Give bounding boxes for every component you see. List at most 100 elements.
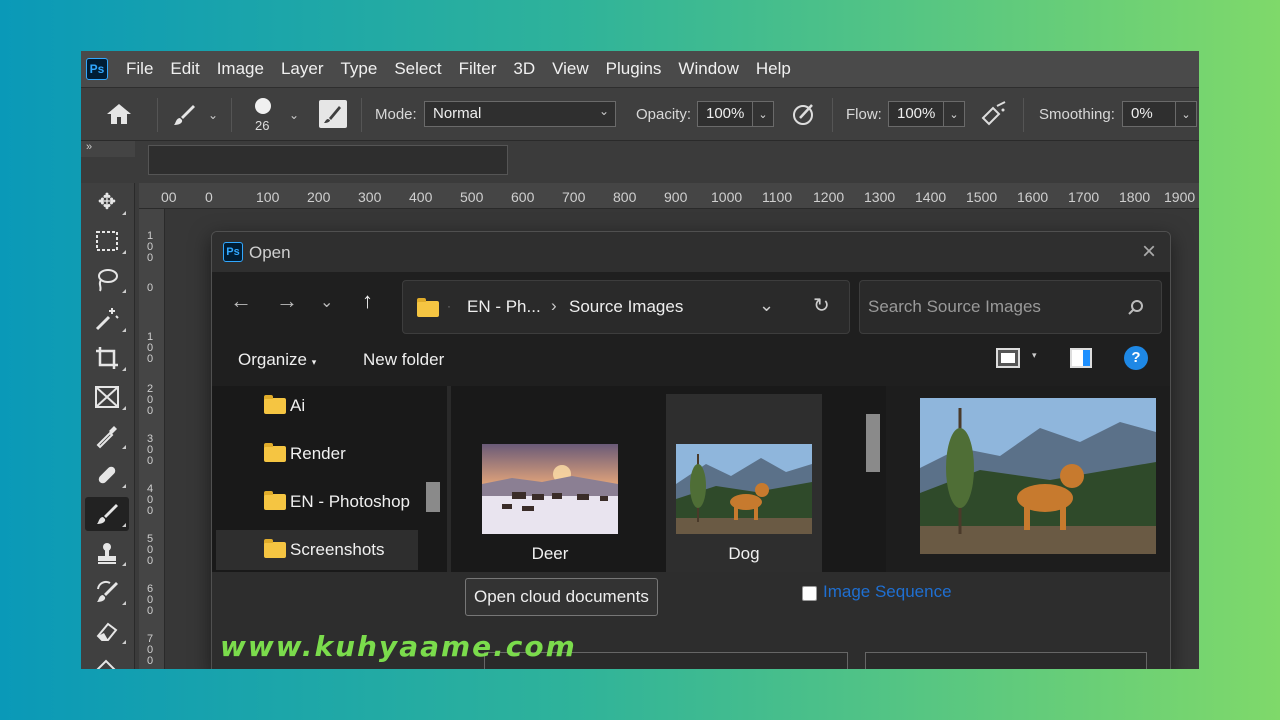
help-icon[interactable]: ? xyxy=(1124,346,1148,370)
expand-panels-button[interactable]: » xyxy=(81,141,135,157)
smoothing-value: 0% xyxy=(1131,105,1153,122)
opacity-dropdown[interactable]: ⌄ xyxy=(752,101,774,127)
tree-item-label: EN - Photoshop xyxy=(290,492,411,511)
flow-value: 100% xyxy=(897,105,936,122)
new-folder-button[interactable]: New folder xyxy=(363,350,444,370)
ruler-tick: 0 xyxy=(146,282,154,294)
file-type-field[interactable] xyxy=(865,652,1147,669)
history-brush-tool-icon[interactable] xyxy=(85,575,129,609)
paint-bucket-tool-icon[interactable] xyxy=(85,653,129,669)
ruler-tick: 7 0 0 xyxy=(146,633,154,667)
lasso-tool-icon[interactable] xyxy=(85,263,129,297)
menu-edit[interactable]: Edit xyxy=(170,59,199,79)
airbrush-icon[interactable] xyxy=(979,100,1009,133)
tree-item-label: Screenshots xyxy=(290,540,385,559)
flow-label: Flow: xyxy=(846,106,882,123)
breadcrumb-parent[interactable]: EN - Ph... xyxy=(467,297,541,317)
eraser-tool-icon[interactable] xyxy=(85,614,129,648)
file-item-deer[interactable]: Deer xyxy=(472,394,628,572)
dialog-title: Open xyxy=(249,243,291,262)
chevron-down-icon[interactable]: ⌄ xyxy=(759,295,774,316)
healing-brush-tool-icon[interactable] xyxy=(85,458,129,492)
crop-tool-icon[interactable] xyxy=(85,341,129,375)
pane-divider[interactable] xyxy=(447,386,451,572)
brush-settings-icon[interactable] xyxy=(319,100,347,128)
clone-stamp-tool-icon[interactable] xyxy=(85,536,129,570)
frame-tool-icon[interactable] xyxy=(85,380,129,414)
image-sequence-checkbox[interactable] xyxy=(802,586,817,601)
caret-down-icon[interactable]: ▾ xyxy=(1032,350,1037,361)
back-arrow-icon[interactable]: ← xyxy=(230,288,252,314)
move-tool-icon[interactable]: ✥ xyxy=(85,185,129,219)
smoothing-dropdown[interactable]: ⌄ xyxy=(1175,101,1197,127)
image-sequence-label[interactable]: Image Sequence xyxy=(823,582,952,602)
separator xyxy=(231,98,232,132)
menu-layer[interactable]: Layer xyxy=(281,59,324,79)
menu-plugins[interactable]: Plugins xyxy=(606,59,662,79)
magic-wand-tool-icon[interactable] xyxy=(85,302,129,336)
ruler-tick: 600 xyxy=(511,189,535,205)
tree-item-en-photoshop[interactable]: EN - Photoshop xyxy=(264,482,434,522)
brush-tool-icon[interactable] xyxy=(85,497,129,531)
folder-icon xyxy=(417,298,439,317)
organize-button[interactable]: Organize ▾ xyxy=(238,350,316,370)
breadcrumb-current[interactable]: Source Images xyxy=(569,297,683,317)
forward-arrow-icon[interactable]: → xyxy=(276,288,298,314)
preview-pane-icon[interactable] xyxy=(1070,348,1092,368)
chevron-down-icon[interactable]: ⌄ xyxy=(289,108,299,122)
ruler-tick: 4 0 0 xyxy=(146,483,154,517)
files-scrollbar[interactable] xyxy=(866,414,880,472)
open-cloud-documents-button[interactable]: Open cloud documents xyxy=(465,578,658,616)
home-icon[interactable] xyxy=(105,102,133,131)
flow-dropdown[interactable]: ⌄ xyxy=(943,101,965,127)
menu-file[interactable]: File xyxy=(126,59,153,79)
recent-chevron-down-icon[interactable]: ⌄ xyxy=(320,292,333,312)
ruler-tick: 1100 xyxy=(762,189,793,205)
close-icon[interactable]: × xyxy=(1142,238,1156,266)
ruler-tick: 5 0 0 xyxy=(146,533,154,567)
flow-input[interactable]: 100% xyxy=(888,101,944,127)
marquee-tool-icon[interactable] xyxy=(85,224,129,258)
ruler-tick: 1400 xyxy=(915,189,947,205)
menu-select[interactable]: Select xyxy=(394,59,441,79)
chevron-down-icon[interactable]: ⌄ xyxy=(208,108,218,122)
menu-filter[interactable]: Filter xyxy=(459,59,497,79)
breadcrumb-separator-dot: · xyxy=(447,299,451,313)
menu-window[interactable]: Window xyxy=(678,59,738,79)
chevron-down-icon: ⌄ xyxy=(949,108,959,121)
folder-icon xyxy=(264,539,286,558)
file-label: Deer xyxy=(531,544,569,563)
folder-icon xyxy=(264,395,286,414)
menu-help[interactable]: Help xyxy=(756,59,791,79)
tree-item-render[interactable]: Render xyxy=(264,434,424,474)
brush-tool-preset-icon[interactable] xyxy=(171,102,197,133)
up-arrow-icon[interactable]: ↑ xyxy=(362,288,373,314)
ruler-tick: 100 xyxy=(256,189,280,205)
breadcrumb-separator: › xyxy=(551,296,557,315)
vertical-ruler: 1 0 0 0 1 0 0 2 0 0 3 0 0 4 0 0 5 0 0 6 … xyxy=(139,209,165,669)
tree-item-ai[interactable]: Ai xyxy=(264,386,424,426)
eyedropper-tool-icon[interactable] xyxy=(85,419,129,453)
tree-scrollbar[interactable] xyxy=(426,482,440,512)
mode-select[interactable]: Normal ⌄ xyxy=(424,101,616,127)
mode-label: Mode: xyxy=(375,106,417,123)
menu-type[interactable]: Type xyxy=(340,59,377,79)
dog-preview-image xyxy=(920,398,1156,554)
menu-view[interactable]: View xyxy=(552,59,589,79)
brush-size-dot-icon[interactable] xyxy=(255,98,271,114)
open-dialog: Ps Open × ← → ⌄ ↑ · EN - Ph... › Source … xyxy=(211,231,1171,669)
menu-image[interactable]: Image xyxy=(217,59,264,79)
refresh-icon[interactable]: ↻ xyxy=(813,293,830,318)
file-item-dog[interactable]: Dog xyxy=(666,394,822,572)
folder-icon xyxy=(264,443,286,462)
menu-3d[interactable]: 3D xyxy=(513,59,535,79)
pressure-opacity-icon[interactable] xyxy=(790,100,818,133)
opacity-input[interactable]: 100% xyxy=(697,101,753,127)
search-box[interactable]: Search Source Images xyxy=(859,280,1162,334)
tree-item-screenshots[interactable]: Screenshots xyxy=(216,530,418,570)
view-mode-icon[interactable] xyxy=(996,348,1020,368)
ruler-tick: 3 0 0 xyxy=(146,433,154,467)
address-bar[interactable]: · EN - Ph... › Source Images ⌄ ↻ xyxy=(402,280,850,334)
brush-size-value: 26 xyxy=(255,118,270,133)
smoothing-input[interactable]: 0% xyxy=(1122,101,1176,127)
